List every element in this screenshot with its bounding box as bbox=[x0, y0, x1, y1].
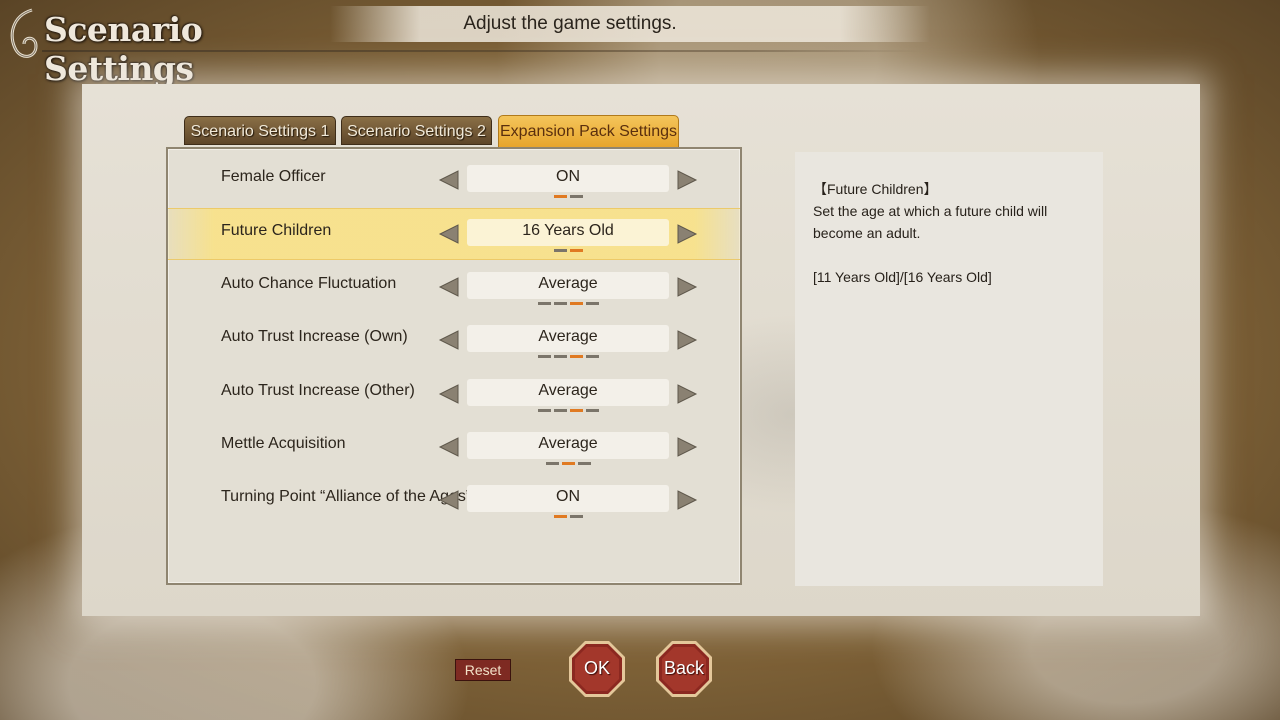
arrow-left-icon[interactable] bbox=[438, 489, 460, 511]
arrow-left-icon[interactable] bbox=[438, 329, 460, 351]
title-divider bbox=[42, 50, 922, 52]
level-pip bbox=[553, 301, 567, 305]
tab-scenario-settings-1[interactable]: Scenario Settings 1 bbox=[184, 116, 336, 145]
reset-button[interactable]: Reset bbox=[455, 659, 511, 681]
setting-value: Average bbox=[538, 381, 598, 399]
setting-value: 16 Years Old bbox=[522, 222, 614, 240]
setting-value: Average bbox=[538, 274, 598, 292]
arrow-left-icon[interactable] bbox=[438, 383, 460, 405]
setting-value: Average bbox=[538, 435, 598, 452]
page-title: Scenario Settings bbox=[44, 10, 203, 88]
info-options: [11 Years Old]/[16 Years Old] bbox=[813, 269, 992, 285]
info-title: 【Future Children】 bbox=[813, 181, 938, 197]
level-pip bbox=[585, 355, 599, 359]
level-pip bbox=[577, 462, 591, 465]
arrow-left-icon[interactable] bbox=[438, 169, 460, 191]
ok-button[interactable]: OK bbox=[568, 640, 626, 698]
setting-row[interactable]: Turning Point “Alliance of the Ages” ON bbox=[168, 475, 740, 527]
setting-label: Auto Trust Increase (Other) bbox=[221, 381, 415, 399]
level-pip bbox=[569, 408, 583, 412]
level-pip bbox=[569, 301, 583, 305]
info-panel: 【Future Children】 Set the age at which a… bbox=[795, 152, 1103, 586]
level-pip bbox=[553, 249, 567, 253]
setting-level-indicator bbox=[467, 355, 669, 359]
setting-value-box: Average bbox=[467, 378, 669, 406]
setting-value-box: Average bbox=[467, 271, 669, 299]
tab-scenario-settings-2[interactable]: Scenario Settings 2 bbox=[341, 116, 492, 145]
setting-label: Future Children bbox=[221, 222, 332, 240]
setting-value-box: ON bbox=[467, 165, 669, 192]
setting-value-box: ON bbox=[467, 485, 669, 513]
setting-label: Female Officer bbox=[221, 168, 326, 185]
level-pip bbox=[569, 195, 583, 198]
level-pip bbox=[553, 408, 567, 412]
arrow-left-icon[interactable] bbox=[438, 223, 460, 245]
setting-label: Turning Point “Alliance of the Ages” bbox=[221, 488, 472, 506]
setting-level-indicator bbox=[467, 515, 669, 519]
arrow-right-icon[interactable] bbox=[676, 329, 698, 351]
setting-label: Auto Trust Increase (Own) bbox=[221, 328, 408, 346]
arrow-right-icon[interactable] bbox=[676, 169, 698, 191]
info-description: Set the age at which a future child will… bbox=[813, 203, 1048, 241]
tab-expansion-pack-settings[interactable]: Expansion Pack Settings bbox=[498, 115, 679, 148]
arrow-right-icon[interactable] bbox=[676, 383, 698, 405]
setting-row[interactable]: Future Children 16 Years Old bbox=[168, 208, 740, 261]
level-pip bbox=[553, 355, 567, 359]
level-pip bbox=[553, 195, 567, 198]
arrow-left-icon[interactable] bbox=[438, 276, 460, 298]
level-pip bbox=[561, 462, 575, 465]
level-pip bbox=[537, 301, 551, 305]
setting-row[interactable]: Auto Trust Increase (Own) Average bbox=[168, 315, 740, 367]
page-subtitle: Adjust the game settings. bbox=[463, 13, 677, 34]
level-pip bbox=[545, 462, 559, 465]
setting-value-box: Average bbox=[467, 325, 669, 353]
level-pip bbox=[569, 249, 583, 253]
setting-value: Average bbox=[538, 328, 598, 346]
arrow-right-icon[interactable] bbox=[676, 436, 698, 458]
setting-label: Mettle Acquisition bbox=[221, 435, 346, 452]
setting-value: ON bbox=[556, 168, 580, 185]
level-pip bbox=[569, 355, 583, 359]
setting-row[interactable]: Mettle Acquisition Average bbox=[168, 422, 740, 474]
back-button[interactable]: Back bbox=[655, 640, 713, 698]
ok-label: OK bbox=[583, 658, 610, 678]
arrow-right-icon[interactable] bbox=[676, 276, 698, 298]
arrow-left-icon[interactable] bbox=[438, 436, 460, 458]
setting-level-indicator bbox=[467, 301, 669, 306]
level-pip bbox=[585, 301, 599, 305]
title-area: Scenario Settings bbox=[0, 0, 320, 88]
level-pip bbox=[569, 515, 583, 519]
level-pip bbox=[537, 408, 551, 412]
level-pip bbox=[553, 515, 567, 519]
arrow-right-icon[interactable] bbox=[676, 223, 698, 245]
level-pip bbox=[585, 408, 599, 412]
setting-value-box: 16 Years Old bbox=[467, 219, 669, 247]
setting-level-indicator bbox=[467, 462, 669, 466]
setting-value-box: Average bbox=[467, 432, 669, 459]
arrow-right-icon[interactable] bbox=[676, 489, 698, 511]
setting-row[interactable]: Female Officer ON bbox=[168, 155, 740, 207]
setting-level-indicator bbox=[467, 408, 669, 413]
setting-row[interactable]: Auto Chance Fluctuation Average bbox=[168, 262, 740, 314]
level-pip bbox=[537, 355, 551, 359]
setting-level-indicator bbox=[467, 249, 669, 253]
swirl-ornament-icon bbox=[10, 8, 38, 58]
setting-row[interactable]: Auto Trust Increase (Other) Average bbox=[168, 369, 740, 421]
setting-level-indicator bbox=[467, 195, 669, 199]
back-label: Back bbox=[663, 658, 705, 678]
setting-label: Auto Chance Fluctuation bbox=[221, 274, 397, 292]
setting-value: ON bbox=[556, 488, 580, 506]
